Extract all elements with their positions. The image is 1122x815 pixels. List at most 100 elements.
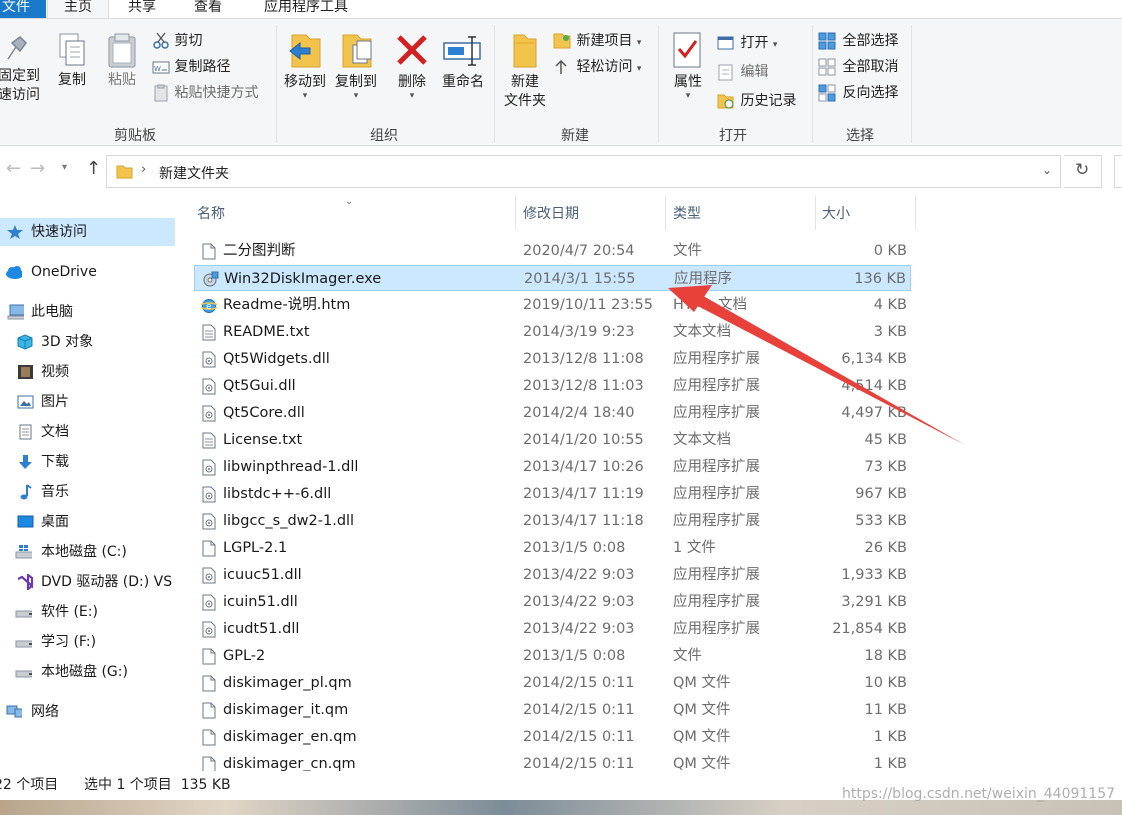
nav-label: 桌面 [41,514,69,530]
watermark: https://blog.csdn.net/weixin_44091157 [842,786,1116,802]
nav-item-this-pc[interactable]: 此电脑 [0,298,175,326]
paste-button[interactable]: 粘贴 [101,31,143,90]
nav-item-pictures[interactable]: 图片 [0,388,175,416]
file-row[interactable]: Qt5Widgets.dll 2013/12/8 11:08 应用程序扩展 6,134… [194,346,911,372]
open-icon [716,34,736,52]
select-all-icon [818,32,838,50]
file-date: 2013/4/22 9:03 [523,567,635,583]
file-name: libwinpthread-1.dll [223,459,359,475]
column-header-name[interactable]: 名称 [197,204,225,232]
file-row[interactable]: Qt5Core.dll 2014/2/4 18:40 应用程序扩展 4,497 KB [194,400,911,426]
refresh-button[interactable]: ↻ [1064,155,1102,188]
file-date: 2014/2/15 0:11 [523,729,635,745]
invert-selection-button[interactable]: 反向选择 [818,84,898,102]
tab-home[interactable]: 主页 [47,0,109,18]
file-type: 应用程序扩展 [673,459,760,475]
breadcrumb[interactable]: 新建文件夹 [159,163,229,183]
file-date: 2020/4/7 20:54 [523,243,635,259]
tab-app-tools[interactable]: 应用程序工具 [246,0,366,18]
tab-file[interactable]: 文件 [0,0,46,18]
select-none-button[interactable]: 全部取消 [818,58,898,76]
file-row[interactable]: diskimager_en.qm 2014/2/15 0:11 QM 文件 1 KB [194,724,911,750]
file-size: 73 KB [864,459,907,475]
edit-button[interactable]: 编辑 [716,63,768,81]
address-dropdown-chevron-icon[interactable]: ⌄ [1042,163,1052,177]
nav-item-videos[interactable]: 视频 [0,358,175,386]
properties-button[interactable]: 属性 ▾ [666,29,710,101]
forward-arrow-icon[interactable]: → [30,158,45,179]
file-size: 1 KB [873,729,907,745]
nav-item-drive-e[interactable]: 软件 (E:) [0,598,175,626]
file-row[interactable]: diskimager_pl.qm 2014/2/15 0:11 QM 文件 10 KB [194,670,911,696]
search-box[interactable] [1114,155,1122,188]
nav-item-dvd-drive-d[interactable]: DVD 驱动器 (D:) VS [0,568,175,596]
new-item-button[interactable]: 新建项目 ▾ [552,32,641,52]
nav-item-documents[interactable]: 文档 [0,418,175,446]
nav-item-music[interactable]: 音乐 [0,478,175,506]
select-all-button[interactable]: 全部选择 [818,32,898,50]
file-row[interactable]: libstdc++-6.dll 2013/4/17 11:19 应用程序扩展 967 … [194,481,911,507]
chevron-down-icon: ▾ [685,91,691,101]
file-row[interactable]: icuuc51.dll 2013/4/22 9:03 应用程序扩展 1,933 KB [194,562,911,588]
file-row[interactable]: e Readme-说明.htm 2019/10/11 23:55 HTML 文档 4 K… [194,292,911,318]
nav-item-drive-f[interactable]: 学习 (F:) [0,628,175,656]
file-row[interactable]: 二分图判断 2020/4/7 20:54 文件 0 KB [194,238,911,264]
cut-button[interactable]: 剪切 [152,32,202,50]
delete-button[interactable]: 删除 ▾ [393,29,431,101]
recent-locations-chevron-icon[interactable]: ▾ [62,162,67,173]
column-header-type[interactable]: 类型 [673,204,701,232]
copy-path-button[interactable]: W 复制路径 [152,58,230,76]
copy-to-button[interactable]: 复制到 ▾ [331,29,381,101]
nav-item-3d-objects[interactable]: 3D 对象 [0,328,175,356]
open-button[interactable]: 打开 ▾ [716,34,777,54]
file-row[interactable]: icuin51.dll 2013/4/22 9:03 应用程序扩展 3,291 KB [194,589,911,615]
back-arrow-icon[interactable]: ← [6,158,21,179]
nav-item-drive-g[interactable]: 本地磁盘 (G:) [0,658,175,686]
file-row[interactable]: Qt5Gui.dll 2013/12/8 11:03 应用程序扩展 4,514 KB [194,373,911,399]
move-to-button[interactable]: 移动到 ▾ [280,29,330,101]
file-date: 2014/3/19 9:23 [523,324,635,340]
file-row[interactable]: README.txt 2014/3/19 9:23 文本文档 3 KB [194,319,911,345]
pin-label-line2: 速访问 [0,87,40,103]
move-to-label: 移动到 [284,74,326,90]
nav-item-desktop[interactable]: 桌面 [0,508,175,536]
easy-access-button[interactable]: 轻松访问 ▾ [552,58,641,78]
file-row[interactable]: libgcc_s_dw2-1.dll 2013/4/17 11:18 应用程序扩展 5… [194,508,911,534]
file-date: 2013/1/5 0:08 [523,540,626,556]
nav-item-downloads[interactable]: 下载 [0,448,175,476]
file-row[interactable]: GPL-2 2013/1/5 0:08 文件 18 KB [194,643,911,669]
rename-button[interactable]: 重命名 [438,29,488,92]
nav-item-quick-access[interactable]: 快速访问 [0,218,175,246]
file-explorer-window: 文件 主页 共享 查看 应用程序工具 固定到 速访问 复制 粘贴 剪切 W 复制… [0,0,1122,815]
column-header-size[interactable]: 大小 [822,204,850,232]
file-icon [201,540,216,557]
file-row[interactable]: libwinpthread-1.dll 2013/4/17 10:26 应用程序扩展… [194,454,911,480]
rename-label: 重命名 [442,74,484,90]
address-bar[interactable]: › 新建文件夹 ⌄ [106,155,1061,188]
paste-shortcut-button[interactable]: 粘贴快捷方式 [152,84,258,102]
nav-item-drive-c[interactable]: 本地磁盘 (C:) [0,538,175,566]
tab-view[interactable]: 查看 [176,0,240,18]
up-arrow-icon[interactable]: ↑ [86,158,101,179]
file-name: GPL-2 [223,648,266,664]
nav-item-network[interactable]: 网络 [0,698,175,726]
file-row[interactable]: icudt51.dll 2013/4/22 9:03 应用程序扩展 21,854 KB [194,616,911,642]
pin-to-quick-access-button[interactable]: 固定到 速访问 [0,33,46,105]
pin-icon [7,36,27,60]
file-row[interactable]: LGPL-2.1 2013/1/5 0:08 1 文件 26 KB [194,535,911,561]
new-folder-button[interactable]: 新建 文件夹 [500,29,550,111]
column-header-date[interactable]: 修改日期 [523,204,579,232]
history-icon [716,92,736,110]
file-row[interactable]: License.txt 2014/1/20 10:55 文本文档 45 KB [194,427,911,453]
tab-share[interactable]: 共享 [110,0,174,18]
breadcrumb-chevron-icon[interactable]: › [141,162,146,177]
chevron-down-icon: ▾ [772,40,778,50]
column-divider [665,196,666,230]
copy-button[interactable]: 复制 [52,31,92,90]
file-row[interactable]: diskimager_it.qm 2014/2/15 0:11 QM 文件 11 KB [194,697,911,723]
file-icon [201,648,216,665]
nav-item-onedrive[interactable]: OneDrive [0,258,175,286]
file-row[interactable]: Win32DiskImager.exe 2014/3/1 15:55 应用程序 136… [194,265,911,291]
history-button[interactable]: 历史记录 [716,92,796,110]
file-type: 应用程序 [674,271,732,287]
